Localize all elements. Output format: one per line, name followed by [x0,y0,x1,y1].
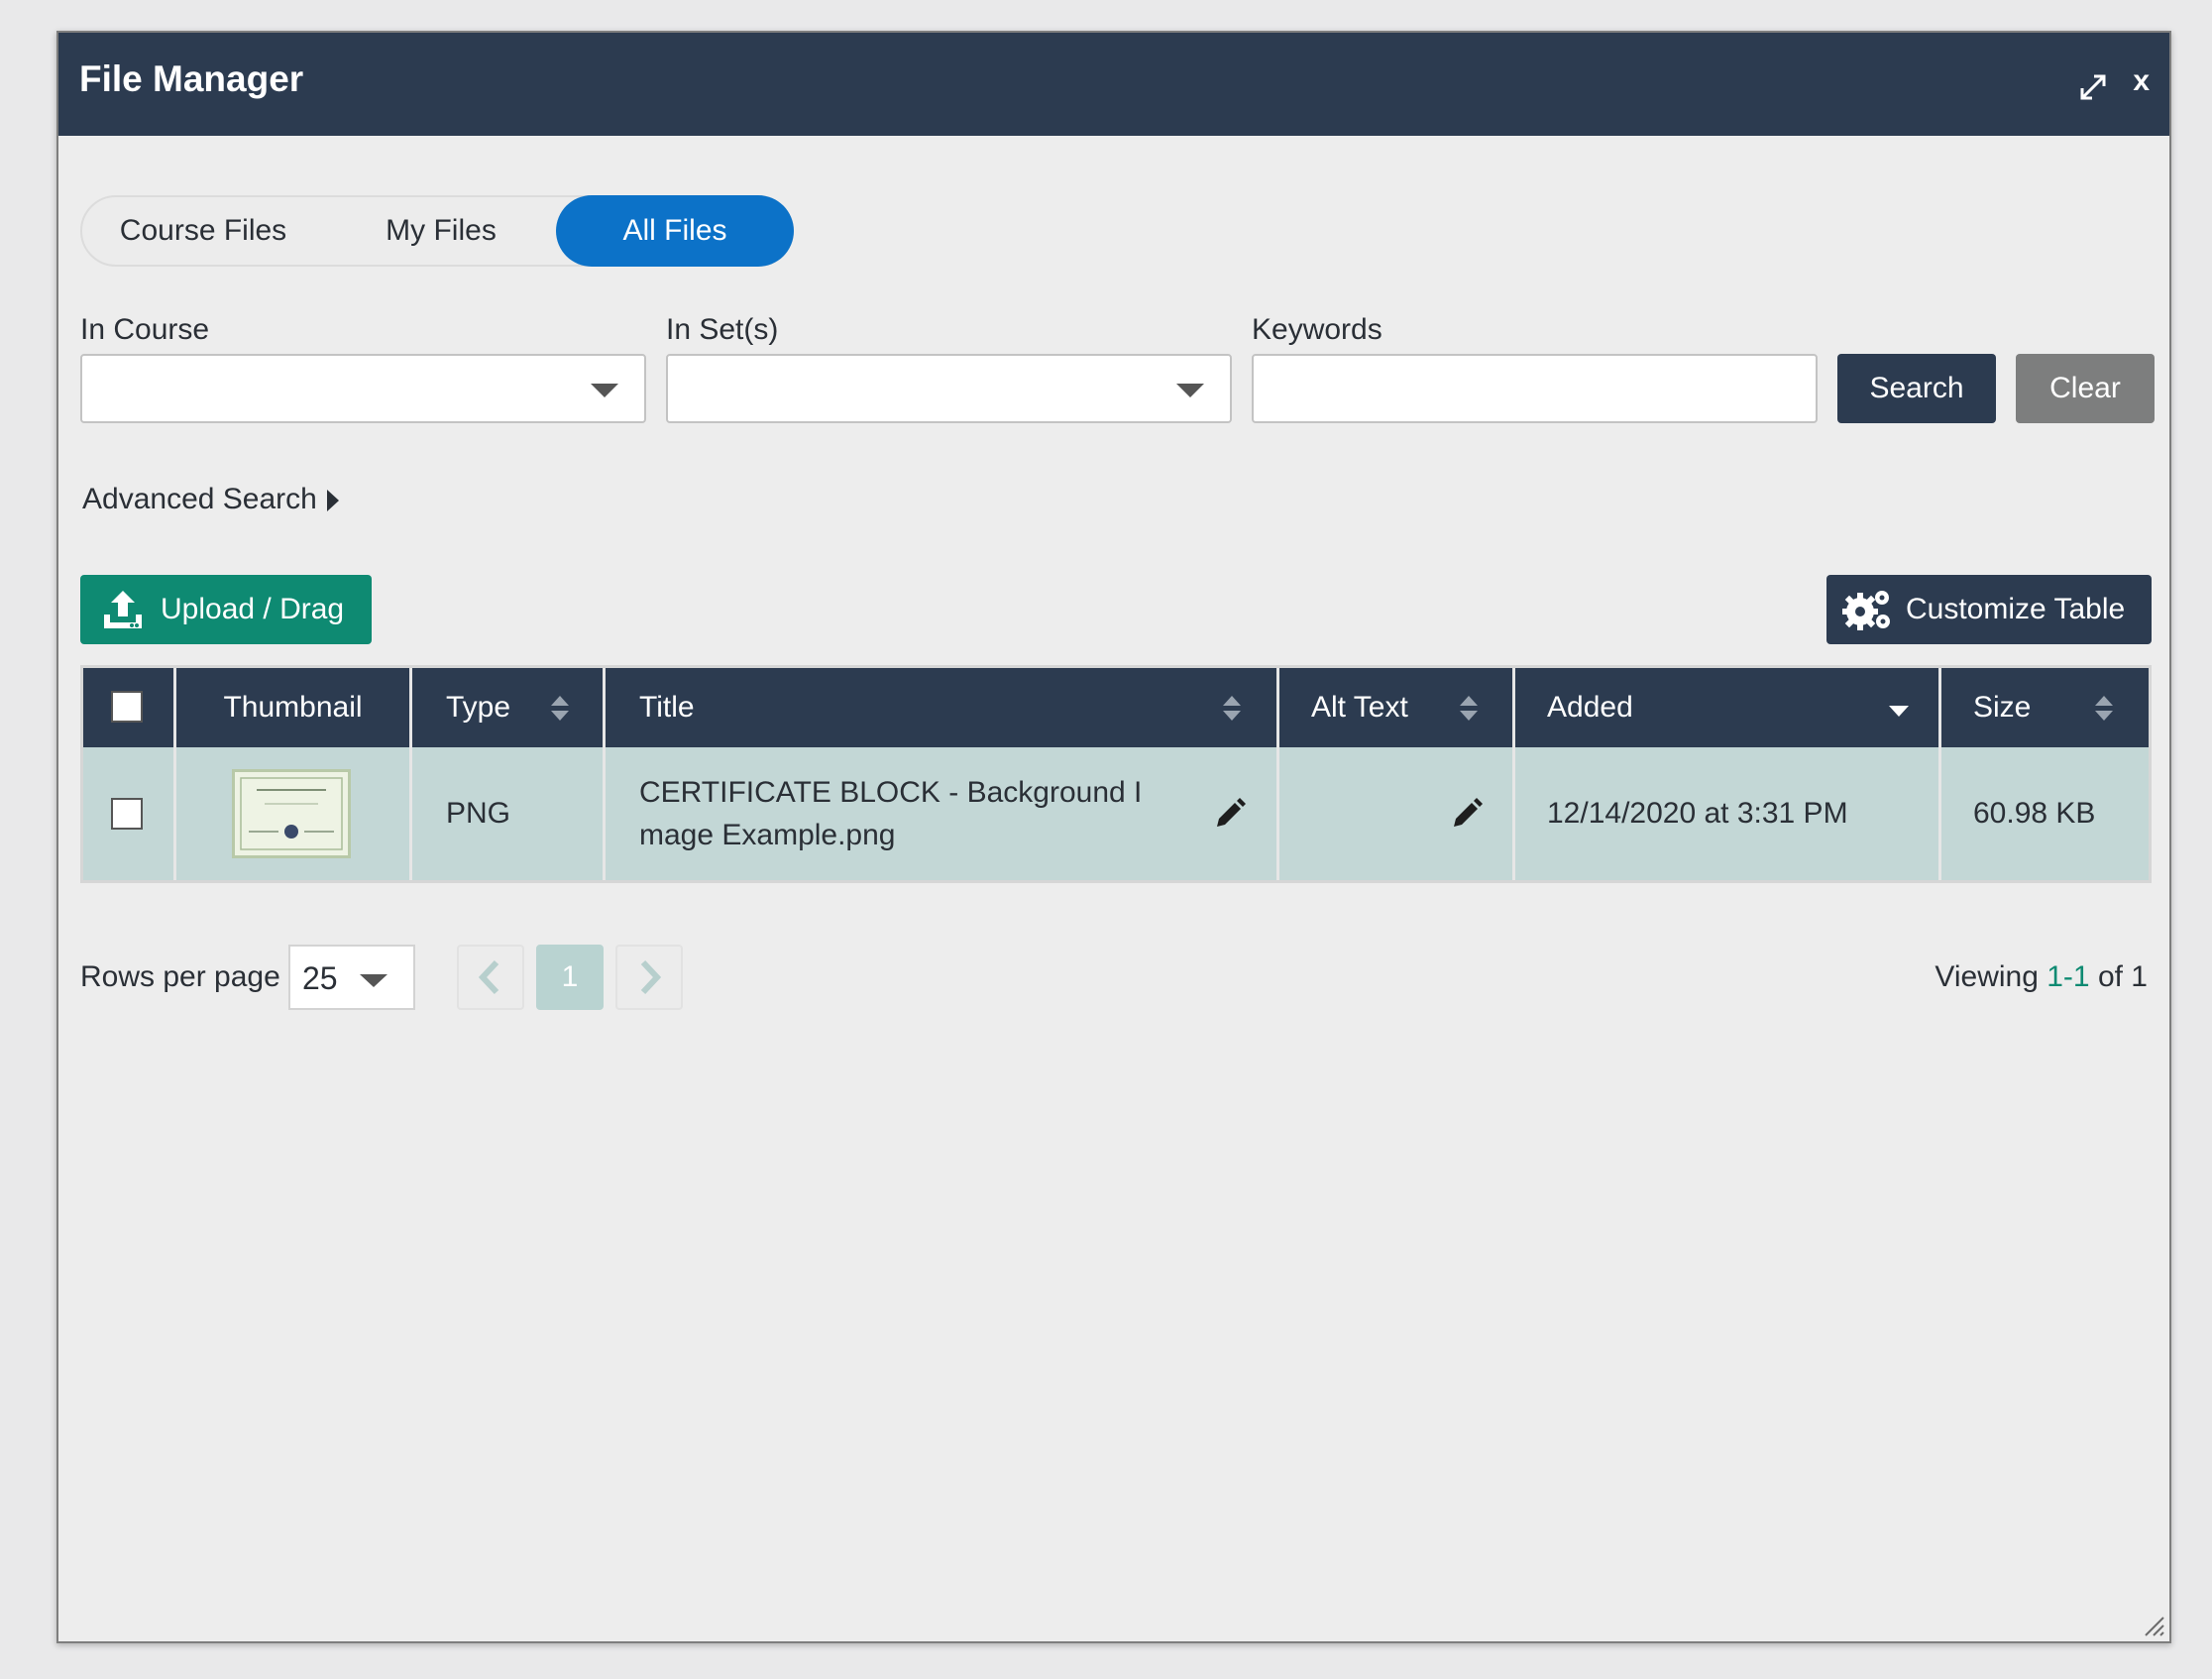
sort-icon [1460,696,1478,722]
row-title-line1: CERTIFICATE BLOCK - Background I [639,776,1143,809]
viewing-suffix: of 1 [2097,960,2148,993]
resize-handle-icon[interactable] [2142,1614,2165,1637]
caret-down-icon [360,974,387,987]
customize-table-label: Customize Table [1906,593,2126,625]
caret-down-icon [1176,384,1204,397]
row-checkbox[interactable] [111,798,143,830]
header-added-label: Added [1547,691,1633,724]
sort-icon [2095,696,2113,722]
sort-icon [551,696,569,722]
row-size-cell: 60.98 KB [1941,747,2149,880]
thumbnail-image[interactable] [232,769,351,858]
search-button[interactable]: Search [1837,354,1996,423]
upload-button[interactable]: Upload / Drag [80,575,372,644]
dialog-title: File Manager [79,58,304,99]
file-scope-tabs: Course Files My Files All Files [80,195,794,267]
in-course-label: In Course [80,313,210,346]
header-select-cell [83,668,176,747]
header-title[interactable]: Title [606,668,1279,747]
header-thumbnail: Thumbnail [176,668,412,747]
pencil-icon[interactable] [1450,797,1484,831]
rows-per-page-select[interactable]: 25 [288,945,415,1010]
header-type-label: Type [446,691,511,724]
row-title-line2: mage Example.png [639,819,896,851]
upload-label: Upload / Drag [161,593,345,625]
row-type-cell: PNG [412,747,606,880]
chevron-right-icon [640,959,662,995]
title-bar[interactable]: File Manager x [58,33,2169,136]
advanced-search-toggle[interactable]: Advanced Search [82,483,339,516]
table-row[interactable]: PNG CERTIFICATE BLOCK - Background I mag… [83,747,2149,880]
expand-icon[interactable] [2078,72,2108,102]
clear-button[interactable]: Clear [2016,354,2155,423]
sort-icon [1223,696,1241,722]
viewing-prefix: Viewing [1935,960,2039,993]
header-size-label: Size [1973,691,2032,724]
caret-right-icon [326,490,339,512]
sort-desc-icon [1889,706,1909,717]
header-added[interactable]: Added [1515,668,1941,747]
table-header: Thumbnail Type Title Alt Text Added Size [83,668,2149,747]
gears-icon [1842,591,1890,630]
header-thumbnail-label: Thumbnail [223,691,363,724]
row-added-cell: 12/14/2020 at 3:31 PM [1515,747,1941,880]
header-title-label: Title [639,691,695,724]
viewing-summary: Viewing 1-1 of 1 [1935,960,2148,994]
customize-table-button[interactable]: Customize Table [1826,575,2152,644]
files-table: Thumbnail Type Title Alt Text Added Size [80,665,2152,883]
caret-down-icon [591,384,618,397]
row-added: 12/14/2020 at 3:31 PM [1547,797,1848,830]
row-select-cell [83,747,176,880]
tab-my-files[interactable]: My Files [324,195,558,267]
next-page-button[interactable] [615,945,683,1010]
viewing-range: 1-1 [2046,960,2090,993]
select-all-checkbox[interactable] [111,691,143,723]
page-1-button[interactable]: 1 [536,945,604,1010]
chevron-left-icon [478,959,499,995]
rows-per-page-value: 25 [302,960,338,996]
close-icon[interactable]: x [2133,64,2150,98]
file-manager-dialog: File Manager x Course Files My Files All… [56,31,2171,1643]
row-alt-text-cell [1279,747,1515,880]
tab-all-files[interactable]: All Files [556,195,794,267]
rows-per-page-label: Rows per page [80,960,280,993]
row-size: 60.98 KB [1973,797,2096,830]
upload-icon [104,591,142,628]
keywords-input[interactable] [1252,354,1818,423]
row-thumbnail-cell [176,747,412,880]
row-type: PNG [446,797,511,830]
pencil-icon[interactable] [1213,797,1247,831]
in-sets-label: In Set(s) [666,313,779,346]
tab-course-files[interactable]: Course Files [82,195,324,267]
header-alt-text-label: Alt Text [1311,691,1408,724]
certificate-thumbnail-icon [240,777,343,850]
row-title-cell: CERTIFICATE BLOCK - Background I mage Ex… [606,747,1279,880]
header-type[interactable]: Type [412,668,606,747]
in-sets-select[interactable] [666,354,1232,423]
keywords-label: Keywords [1252,313,1382,346]
advanced-search-label: Advanced Search [82,483,317,515]
in-course-select[interactable] [80,354,646,423]
header-alt-text[interactable]: Alt Text [1279,668,1515,747]
prev-page-button[interactable] [457,945,524,1010]
header-size[interactable]: Size [1941,668,2149,747]
